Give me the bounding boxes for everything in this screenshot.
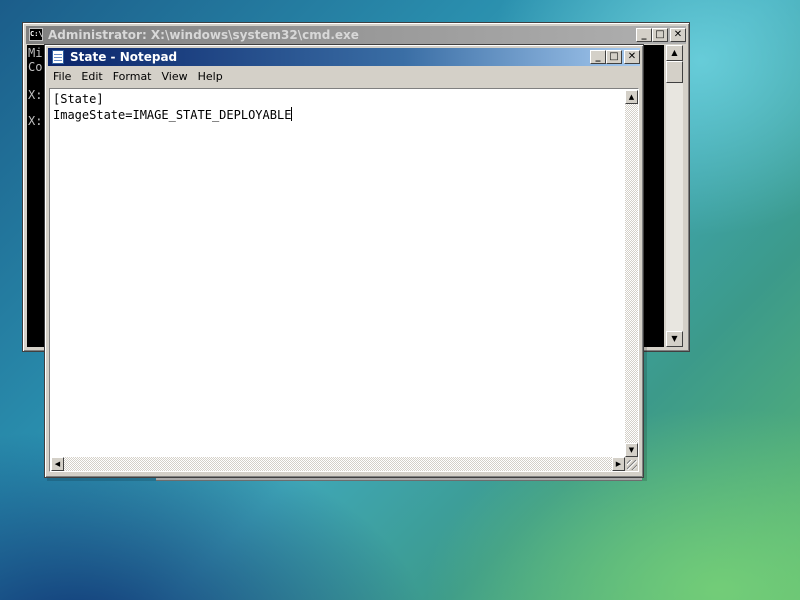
cmd-title-bar[interactable]: C:\ Administrator: X:\windows\system32\c…	[26, 26, 686, 44]
menu-file[interactable]: File	[48, 67, 76, 86]
menu-format[interactable]: Format	[108, 67, 157, 86]
arrow-down-icon[interactable]: ▼	[625, 443, 638, 457]
content-line: [State]	[53, 92, 104, 106]
menu-view[interactable]: View	[157, 67, 193, 86]
notepad-maximize-button[interactable]: □	[606, 50, 622, 64]
cmd-maximize-button[interactable]: □	[652, 28, 668, 42]
notepad-window-title: State - Notepad	[70, 50, 178, 64]
text-caret	[291, 107, 293, 121]
cmd-line: X:	[28, 88, 43, 102]
notepad-text-area[interactable]: [State] ImageState=IMAGE_STATE_DEPLOYABL…	[49, 88, 639, 472]
menu-help[interactable]: Help	[193, 67, 228, 86]
cmd-vertical-scrollbar[interactable]: ▲ ▼	[666, 45, 683, 347]
notepad-menu-bar: File Edit Format View Help	[48, 67, 640, 86]
resize-grip[interactable]	[625, 457, 638, 471]
cmd-minimize-button[interactable]: _	[636, 28, 652, 42]
command-prompt-icon: C:\	[29, 28, 43, 41]
notepad-title-bar[interactable]: State - Notepad _ □ ✕	[48, 48, 640, 66]
cmd-line: Mi	[28, 46, 43, 60]
cmd-window-title: Administrator: X:\windows\system32\cmd.e…	[48, 28, 359, 42]
notepad-horizontal-scrollbar[interactable]: ◀ ▶	[51, 457, 625, 471]
content-line: ImageState=IMAGE_STATE_DEPLOYABLE	[53, 108, 292, 122]
cmd-close-button[interactable]: ✕	[670, 28, 686, 42]
notepad-vertical-scrollbar[interactable]: ▲ ▼	[625, 90, 638, 457]
notepad-icon	[52, 50, 64, 64]
cmd-line: X:	[28, 114, 43, 128]
notepad-content: [State] ImageState=IMAGE_STATE_DEPLOYABL…	[53, 91, 293, 123]
arrow-left-icon[interactable]: ◀	[51, 457, 64, 471]
notepad-window[interactable]: State - Notepad _ □ ✕ File Edit Format View…	[44, 44, 644, 478]
cmd-line: Co	[28, 60, 43, 74]
arrow-up-icon[interactable]: ▲	[666, 45, 683, 61]
menu-edit[interactable]: Edit	[76, 67, 107, 86]
arrow-up-icon[interactable]: ▲	[625, 90, 638, 104]
arrow-down-icon[interactable]: ▼	[666, 331, 683, 347]
notepad-close-button[interactable]: ✕	[624, 50, 640, 64]
arrow-right-icon[interactable]: ▶	[612, 457, 625, 471]
cmd-scroll-thumb[interactable]	[666, 61, 683, 83]
notepad-minimize-button[interactable]: _	[590, 50, 606, 64]
